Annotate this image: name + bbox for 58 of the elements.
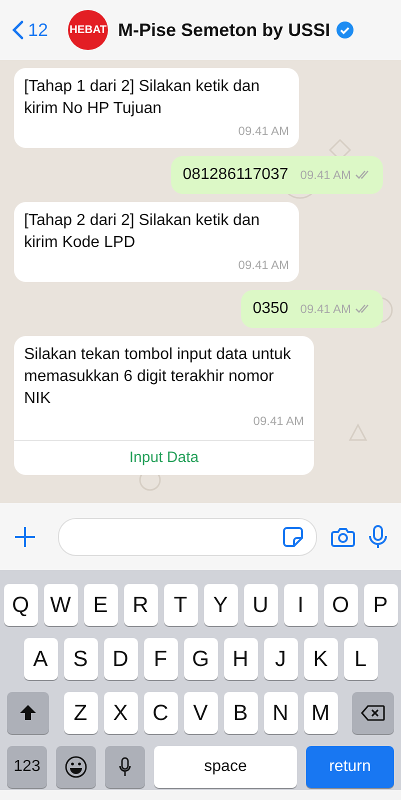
letter-key[interactable]: X	[104, 692, 138, 734]
message-text: 0350	[252, 299, 288, 319]
message-text: [Tahap 2 dari 2] Silakan ketik dan kirim Kode LPD	[24, 211, 261, 253]
letter-key[interactable]: D	[104, 638, 138, 680]
camera-icon[interactable]	[331, 526, 355, 546]
letter-key[interactable]: G	[184, 638, 218, 680]
sticker-icon[interactable]	[282, 526, 304, 548]
back-button[interactable]: 12	[12, 20, 48, 40]
double-check-icon	[355, 304, 371, 314]
letter-key[interactable]: Y	[204, 584, 238, 626]
letter-key[interactable]: C	[144, 692, 178, 734]
avatar-logo: HEBAT	[68, 10, 108, 50]
letter-key[interactable]: S	[64, 638, 98, 680]
letter-key[interactable]: V	[184, 692, 218, 734]
shift-arrow-icon	[19, 704, 37, 722]
chevron-left-icon	[12, 20, 24, 40]
message-input-field[interactable]	[58, 518, 317, 556]
dictation-key[interactable]	[105, 746, 145, 788]
message-time: 09.41 AM	[238, 257, 289, 274]
smiley-icon	[65, 756, 87, 778]
letter-key[interactable]: B	[224, 692, 258, 734]
letter-key[interactable]: Z	[64, 692, 98, 734]
space-key[interactable]: space	[154, 746, 297, 788]
letter-key[interactable]: T	[164, 584, 198, 626]
return-key[interactable]: return	[306, 746, 394, 788]
letter-key[interactable]: F	[144, 638, 178, 680]
message-time: 09.41 AM	[300, 167, 351, 184]
message-text: Silakan tekan tombol input data untuk memasukkan 6 digit terakhir nomor NIK	[24, 345, 292, 409]
letter-key[interactable]: W	[44, 584, 78, 626]
message-time: 09.41 AM	[253, 413, 304, 430]
microphone-icon	[119, 757, 131, 777]
message-text: [Tahap 1 dari 2] Silakan ketik dan kirim No HP Tujuan	[24, 77, 261, 119]
letter-key[interactable]: A	[24, 638, 58, 680]
letter-key[interactable]: O	[324, 584, 358, 626]
numbers-key[interactable]: 123	[7, 746, 47, 788]
letter-key[interactable]: J	[264, 638, 298, 680]
backspace-key[interactable]	[352, 692, 394, 734]
double-check-icon	[355, 170, 371, 180]
chat-title: M-Pise Semeton by USSI	[118, 20, 330, 40]
letter-key[interactable]: I	[284, 584, 318, 626]
plus-icon[interactable]	[14, 526, 36, 548]
letter-key[interactable]: M	[304, 692, 338, 734]
letter-key[interactable]: U	[244, 584, 278, 626]
letter-key[interactable]: H	[224, 638, 258, 680]
message-time: 09.41 AM	[300, 301, 351, 318]
emoji-key[interactable]	[56, 746, 96, 788]
letter-key[interactable]: K	[304, 638, 338, 680]
microphone-icon[interactable]	[369, 524, 387, 548]
shift-key[interactable]	[7, 692, 49, 734]
letter-key[interactable]: P	[364, 584, 398, 626]
letter-key[interactable]: L	[344, 638, 378, 680]
message-text: 081286117037	[182, 165, 288, 185]
letter-key[interactable]: N	[264, 692, 298, 734]
message-time: 09.41 AM	[238, 123, 289, 140]
letter-key[interactable]: Q	[4, 584, 38, 626]
backspace-icon	[361, 705, 385, 721]
letter-key[interactable]: E	[84, 584, 118, 626]
letter-key[interactable]: R	[124, 584, 158, 626]
